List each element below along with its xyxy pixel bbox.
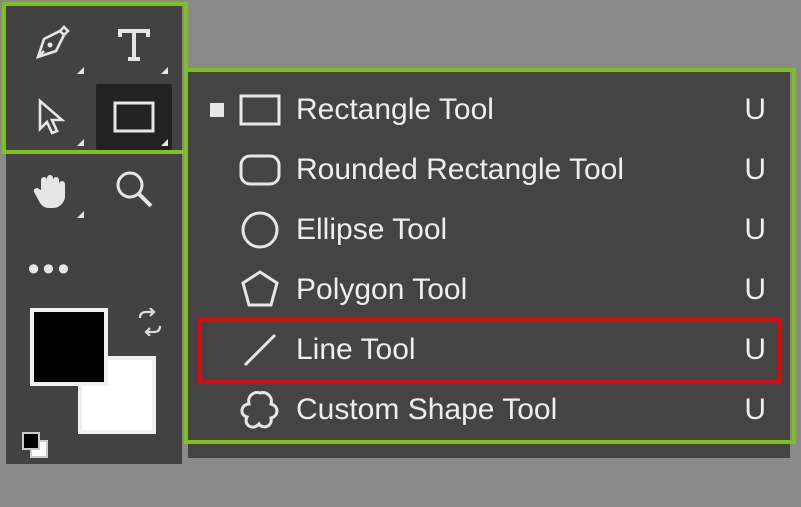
flyout-item-line[interactable]: Line Tool U	[202, 320, 776, 380]
flyout-item-label: Rectangle Tool	[288, 93, 732, 127]
pen-tool-button[interactable]	[12, 12, 88, 78]
rectangle-icon	[238, 93, 282, 127]
flyout-item-label: Line Tool	[288, 333, 732, 367]
pen-icon	[30, 25, 70, 65]
flyout-item-label: Custom Shape Tool	[288, 393, 732, 427]
swap-icon	[136, 308, 164, 336]
flyout-item-shortcut: U	[732, 393, 766, 427]
more-icon: •••	[28, 248, 73, 274]
flyout-indicator-icon	[77, 211, 84, 218]
flyout-item-shortcut: U	[732, 213, 766, 247]
zoom-tool-button[interactable]	[96, 156, 172, 222]
flyout-item-rectangle[interactable]: Rectangle Tool U	[202, 80, 776, 140]
flyout-item-label: Polygon Tool	[288, 273, 732, 307]
swap-colors-button[interactable]	[136, 308, 164, 341]
foreground-color-swatch[interactable]	[30, 308, 108, 386]
edit-toolbar-button[interactable]: •••	[12, 228, 88, 294]
flyout-indicator-icon	[77, 139, 84, 146]
line-icon	[239, 329, 281, 371]
flyout-item-custom-shape[interactable]: Custom Shape Tool U	[202, 380, 776, 440]
flyout-item-shortcut: U	[732, 93, 766, 127]
tools-panel: •••	[6, 6, 182, 464]
custom-shape-icon	[239, 389, 281, 431]
polygon-icon	[239, 269, 281, 311]
color-swatches	[12, 300, 176, 450]
ellipse-icon	[239, 209, 281, 251]
flyout-indicator-icon	[161, 67, 168, 74]
flyout-item-shortcut: U	[732, 333, 766, 367]
flyout-item-polygon[interactable]: Polygon Tool U	[202, 260, 776, 320]
path-selection-tool-button[interactable]	[12, 84, 88, 150]
hand-icon	[29, 168, 71, 210]
magnifier-icon	[113, 168, 155, 210]
type-icon	[112, 23, 156, 67]
rounded-rectangle-icon	[238, 153, 282, 187]
flyout-indicator-icon	[77, 67, 84, 74]
default-colors-button[interactable]	[22, 432, 48, 458]
selected-indicator-icon	[210, 103, 224, 117]
flyout-item-label: Rounded Rectangle Tool	[288, 153, 732, 187]
flyout-item-label: Ellipse Tool	[288, 213, 732, 247]
rectangle-icon	[112, 100, 156, 134]
flyout-item-shortcut: U	[732, 273, 766, 307]
flyout-item-shortcut: U	[732, 153, 766, 187]
hand-tool-button[interactable]	[12, 156, 88, 222]
arrow-cursor-icon	[32, 97, 68, 137]
rectangle-tool-button[interactable]	[96, 84, 172, 150]
shape-tools-flyout: Rectangle Tool U Rounded Rectangle Tool …	[188, 70, 790, 458]
type-tool-button[interactable]	[96, 12, 172, 78]
flyout-indicator-icon	[161, 139, 168, 146]
flyout-item-rounded-rectangle[interactable]: Rounded Rectangle Tool U	[202, 140, 776, 200]
flyout-item-ellipse[interactable]: Ellipse Tool U	[202, 200, 776, 260]
